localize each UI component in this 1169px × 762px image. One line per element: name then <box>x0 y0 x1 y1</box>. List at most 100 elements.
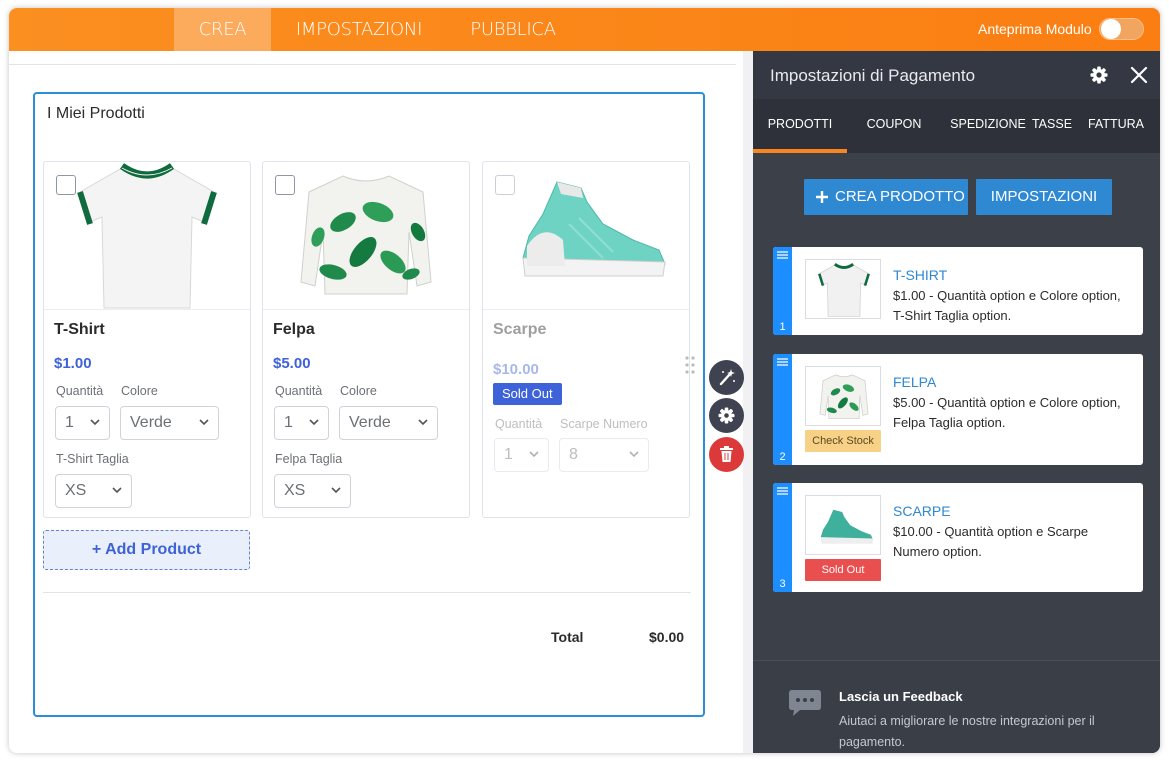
shoe-size-label: Scarpe Numero <box>560 417 648 431</box>
product-description: $5.00 - Quantità option e Colore option,… <box>893 395 1121 430</box>
select-product-checkbox[interactable] <box>56 175 76 195</box>
chat-bubble-icon <box>789 690 821 716</box>
product-index: 2 <box>779 451 786 463</box>
total-value: $0.00 <box>649 629 685 645</box>
divider <box>9 64 736 65</box>
shoe-size-select: 8 <box>559 438 649 472</box>
quantity-label: Quantità <box>495 417 543 431</box>
tab-fattura[interactable]: FATTURA <box>1083 99 1149 153</box>
drag-handle-icon <box>777 487 788 495</box>
panel-tabs: PRODOTTI COUPON SPEDIZIONE TASSE FATTURA <box>753 99 1160 153</box>
plus-icon <box>816 191 828 203</box>
product-title: SCARPE <box>893 503 951 519</box>
magic-wand-button[interactable] <box>709 360 744 395</box>
product-list-item-felpa[interactable]: 2 Check Stock FELPA $5.00 - Quantità opt… <box>773 354 1143 465</box>
tab-pubblica[interactable]: PUBBLICA <box>453 8 573 51</box>
total-label: Total <box>551 629 584 645</box>
drag-handle-icon[interactable] <box>685 355 695 375</box>
product-title: T-SHIRT <box>893 267 948 283</box>
product-index: 1 <box>779 321 786 333</box>
drag-handle[interactable]: 2 <box>773 354 792 465</box>
product-price: $5.00 <box>273 355 311 372</box>
product-list-item-tshirt[interactable]: 1 T-SHIRT $1.00 - Quantità option e Colo… <box>773 247 1143 335</box>
product-card-scarpe: Scarpe $10.00 Sold Out Quantità Scarpe N… <box>482 161 690 518</box>
size-select[interactable]: XS <box>55 474 132 508</box>
quantity-value: 1 <box>65 414 74 431</box>
close-icon[interactable] <box>1130 66 1148 84</box>
chevron-down-icon <box>309 419 319 426</box>
chevron-down-icon <box>331 487 341 494</box>
color-label: Colore <box>121 384 158 398</box>
quantity-label: Quantità <box>56 384 104 398</box>
size-label: T-Shirt Taglia <box>56 452 129 466</box>
color-label: Colore <box>340 384 377 398</box>
canvas-panel-divider <box>743 51 753 753</box>
chevron-down-icon <box>90 419 100 426</box>
check-stock-badge[interactable]: Check Stock <box>805 430 881 452</box>
size-select[interactable]: XS <box>274 474 351 508</box>
product-card-tshirt[interactable]: T-Shirt $1.00 Quantità Colore 1 Verde T-… <box>43 161 251 518</box>
color-value: Verde <box>349 414 391 431</box>
select-product-checkbox <box>495 175 515 195</box>
product-name: T-Shirt <box>54 321 105 338</box>
preview-form-label: Anteprima Modulo <box>978 21 1092 37</box>
sneaker-thumbnail <box>820 509 874 544</box>
product-index: 3 <box>779 578 786 590</box>
magic-wand-icon <box>719 369 735 386</box>
chevron-down-icon <box>529 451 539 458</box>
product-name: Scarpe <box>493 321 547 338</box>
quantity-select[interactable]: 1 <box>274 406 329 440</box>
drag-handle-icon <box>777 358 788 366</box>
app-frame: CREA IMPOSTAZIONI PUBBLICA Anteprima Mod… <box>9 8 1160 753</box>
drag-handle[interactable]: 1 <box>773 247 792 335</box>
color-select[interactable]: Verde <box>120 406 219 440</box>
tab-crea[interactable]: CREA <box>174 8 271 51</box>
gear-icon[interactable] <box>1090 66 1108 84</box>
product-card-felpa[interactable]: Felpa $5.00 Quantità Colore 1 Verde Felp… <box>262 161 470 518</box>
quantity-value: 1 <box>284 414 293 431</box>
panel-header: Impostazioni di Pagamento <box>753 51 1160 99</box>
divider <box>43 592 691 593</box>
widget-title: I Miei Prodotti <box>47 105 145 122</box>
sweatshirt-thumbnail <box>819 374 869 419</box>
create-product-button[interactable]: CREA PRODOTTO <box>804 179 968 215</box>
product-settings-button[interactable]: IMPOSTAZIONI <box>976 179 1112 215</box>
product-description: $1.00 - Quantità option e Colore option,… <box>893 288 1121 323</box>
product-name: Felpa <box>273 321 315 338</box>
quantity-label: Quantità <box>275 384 323 398</box>
chevron-down-icon <box>199 419 209 426</box>
product-price: $10.00 <box>493 361 539 378</box>
select-product-checkbox[interactable] <box>275 175 295 195</box>
drag-handle-icon <box>777 251 788 259</box>
toggle-knob <box>1101 19 1121 39</box>
quantity-select[interactable]: 1 <box>55 406 110 440</box>
size-value: XS <box>65 482 87 499</box>
shoe-size-value: 8 <box>569 446 578 463</box>
drag-handle[interactable]: 3 <box>773 483 792 592</box>
add-product-button[interactable]: + Add Product <box>43 530 250 570</box>
trash-icon <box>720 446 733 462</box>
tab-coupon[interactable]: COUPON <box>847 99 941 153</box>
tab-tasse[interactable]: TASSE <box>1029 99 1075 153</box>
color-select[interactable]: Verde <box>339 406 438 440</box>
widget-settings-button[interactable] <box>709 398 744 433</box>
panel-title: Impostazioni di Pagamento <box>770 66 976 85</box>
product-list-item-scarpe[interactable]: 3 Sold Out SCARPE $10.00 - Quantità opti… <box>773 483 1143 592</box>
feedback-title: Lascia un Feedback <box>839 689 963 704</box>
size-label: Felpa Taglia <box>275 452 343 466</box>
delete-widget-button[interactable] <box>709 437 744 472</box>
product-thumbnail <box>805 259 881 319</box>
chevron-down-icon <box>418 419 428 426</box>
payment-settings-panel: Impostazioni di Pagamento PRODOTTI COUPO… <box>753 51 1160 753</box>
tab-impostazioni[interactable]: IMPOSTAZIONI <box>279 8 439 51</box>
product-thumbnail <box>805 495 881 555</box>
feedback-section[interactable]: Lascia un Feedback Aiutaci a migliorare … <box>753 660 1160 753</box>
color-value: Verde <box>130 414 172 431</box>
tab-prodotti[interactable]: PRODOTTI <box>753 99 847 153</box>
product-thumbnail <box>805 366 881 426</box>
tshirt-thumbnail <box>818 262 870 317</box>
chevron-down-icon <box>629 451 639 458</box>
tab-spedizione[interactable]: SPEDIZIONE <box>941 99 1035 153</box>
preview-form-toggle[interactable] <box>1099 18 1144 40</box>
product-price: $1.00 <box>54 355 92 372</box>
